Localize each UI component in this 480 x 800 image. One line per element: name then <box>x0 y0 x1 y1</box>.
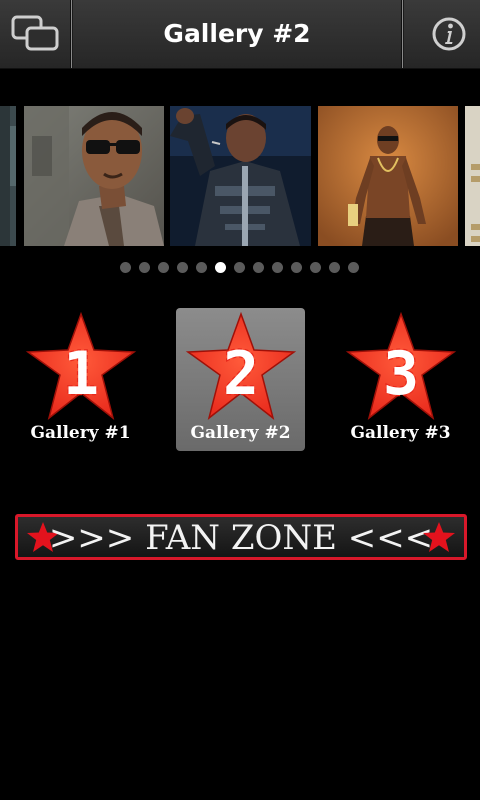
page-dot[interactable] <box>177 262 188 273</box>
page-dot[interactable] <box>158 262 169 273</box>
page-dot[interactable] <box>329 262 340 273</box>
page-dot[interactable] <box>215 262 226 273</box>
gallery-tile-3[interactable]: 3 Gallery #3 <box>336 308 465 451</box>
page-dot[interactable] <box>253 262 264 273</box>
gallery-tile-1[interactable]: 1 Gallery #1 <box>16 308 145 451</box>
gallery-star-icon: 2 <box>185 312 297 420</box>
photo-thumbnail[interactable] <box>24 106 164 246</box>
photo-thumbnail[interactable] <box>318 106 458 246</box>
star-icon <box>423 522 455 552</box>
info-button[interactable] <box>404 0 480 68</box>
page-dot[interactable] <box>348 262 359 273</box>
gallery-label: Gallery #2 <box>190 423 291 443</box>
page-title: Gallery #2 <box>163 19 311 48</box>
gallery-tile-2[interactable]: 2 Gallery #2 <box>176 308 305 451</box>
switch-windows-button[interactable] <box>0 0 70 68</box>
photo-thumbnail[interactable] <box>0 106 16 246</box>
page-dot[interactable] <box>272 262 283 273</box>
info-icon <box>432 17 466 51</box>
page-dot[interactable] <box>196 262 207 273</box>
photo-thumbnail[interactable] <box>465 106 480 246</box>
page-dot[interactable] <box>139 262 150 273</box>
gallery-star-icon: 3 <box>345 312 457 420</box>
page-dot[interactable] <box>310 262 321 273</box>
gallery-number: 2 <box>223 339 259 409</box>
gallery-label: Gallery #1 <box>30 423 131 443</box>
photo-strip[interactable] <box>0 106 480 246</box>
switch-windows-icon <box>11 15 59 51</box>
gallery-number: 3 <box>383 339 419 409</box>
gallery-number: 1 <box>63 339 99 409</box>
title-bar: Gallery #2 <box>0 0 480 69</box>
page-dot[interactable] <box>120 262 131 273</box>
gallery-label: Gallery #3 <box>350 423 451 443</box>
gallery-star-icon: 1 <box>25 312 137 420</box>
page-dot[interactable] <box>291 262 302 273</box>
photo-thumbnail[interactable] <box>170 106 311 246</box>
fan-zone-label: >>> FAN ZONE <<< <box>48 518 434 558</box>
fan-zone-banner[interactable]: >>> FAN ZONE <<< <box>15 514 467 560</box>
page-dot[interactable] <box>234 262 245 273</box>
